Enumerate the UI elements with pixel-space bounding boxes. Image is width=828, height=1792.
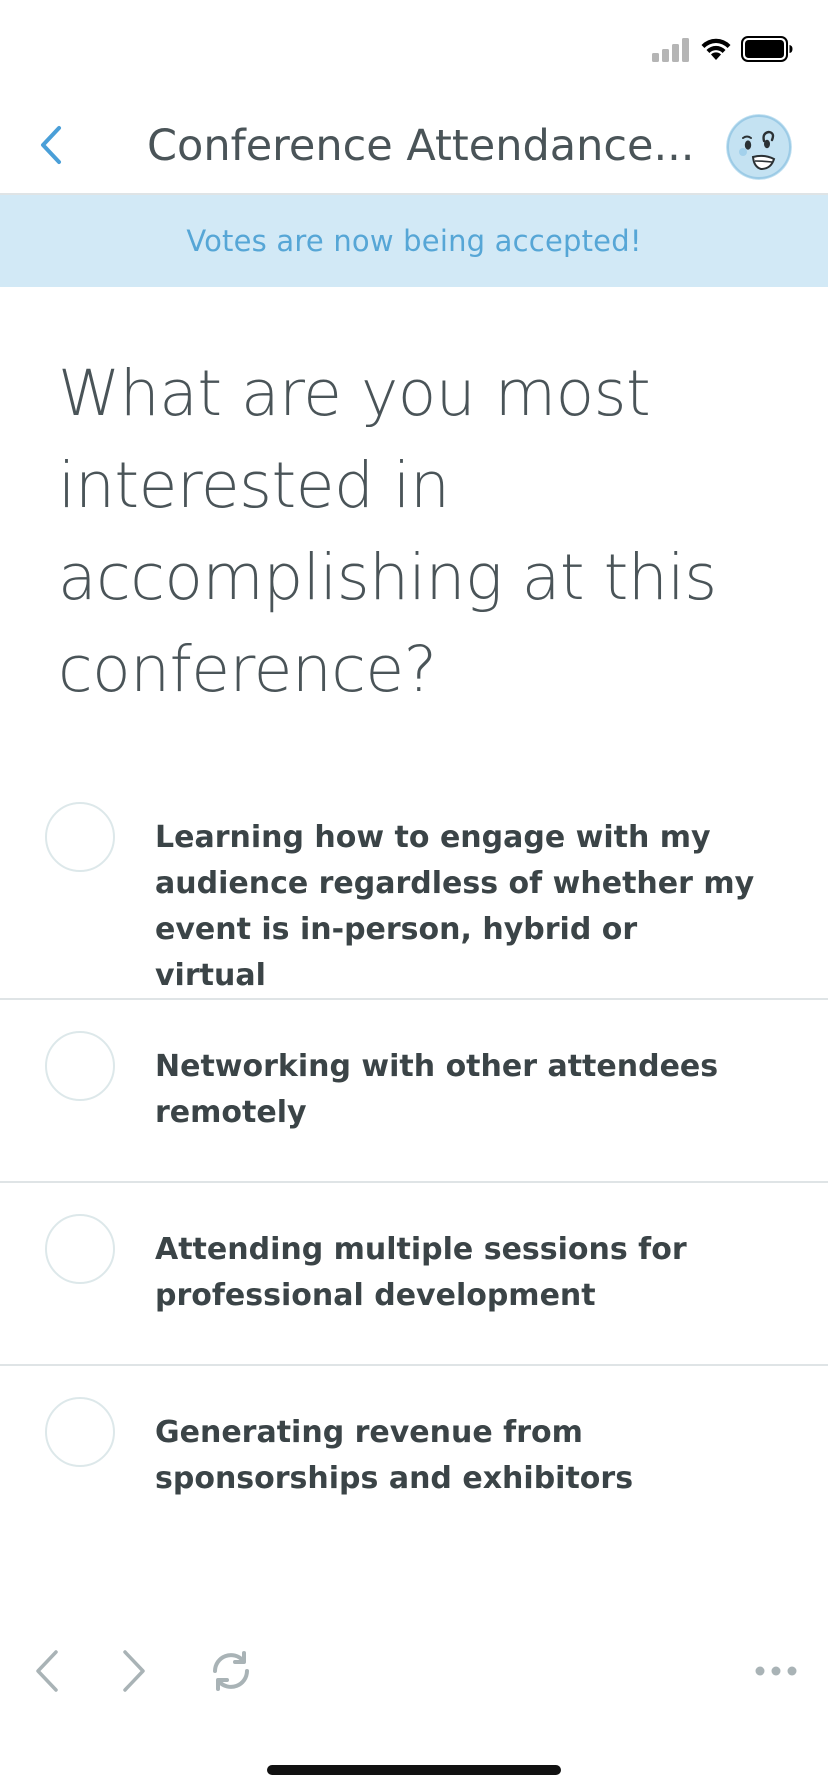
banner-text: Votes are now being accepted! [186, 224, 642, 258]
radio-button[interactable] [45, 1214, 115, 1284]
status-bar [0, 0, 828, 100]
poll-option[interactable]: Networking with other attendees remotely [0, 1000, 828, 1183]
bottom-toolbar [0, 1620, 828, 1720]
option-label: Learning how to engage with my audience … [155, 820, 755, 993]
more-options-button[interactable] [746, 1644, 806, 1698]
avatar-illustration-icon [726, 114, 792, 180]
chevron-left-icon [41, 126, 61, 164]
poll-question: What are you most interested in accompli… [58, 357, 717, 706]
radio-button[interactable] [45, 802, 115, 872]
radio-button[interactable] [45, 1397, 115, 1467]
option-label: Generating revenue from sponsorships and… [155, 1415, 634, 1496]
navigation-header: Conference Attendance... [0, 100, 828, 195]
voting-status-banner: Votes are now being accepted! [0, 195, 828, 287]
home-indicator[interactable] [267, 1765, 561, 1775]
more-dots-icon [755, 1666, 797, 1676]
poll-option[interactable]: Attending multiple sessions for professi… [0, 1183, 828, 1366]
browser-back-button[interactable] [20, 1644, 74, 1698]
browser-forward-button[interactable] [107, 1644, 161, 1698]
back-button[interactable] [28, 120, 74, 170]
battery-icon [741, 36, 793, 62]
chevron-right-icon [123, 1650, 145, 1692]
radio-button[interactable] [45, 1031, 115, 1101]
refresh-icon [213, 1651, 249, 1691]
poll-options: Learning how to engage with my audience … [0, 760, 828, 1549]
cellular-signal-icon [652, 38, 689, 62]
option-label: Attending multiple sessions for professi… [155, 1232, 687, 1313]
poll-option[interactable]: Generating revenue from sponsorships and… [0, 1366, 828, 1549]
poll-option[interactable]: Learning how to engage with my audience … [0, 760, 828, 1000]
option-label: Networking with other attendees remotely [155, 1049, 719, 1130]
reload-button[interactable] [204, 1644, 258, 1698]
avatar[interactable] [726, 114, 792, 180]
chevron-left-icon [36, 1650, 58, 1692]
wifi-icon [701, 38, 731, 60]
page-title: Conference Attendance... [147, 121, 695, 171]
